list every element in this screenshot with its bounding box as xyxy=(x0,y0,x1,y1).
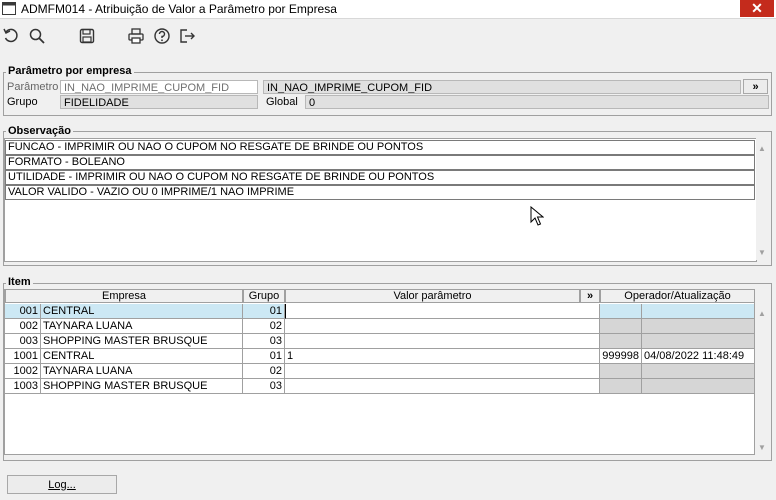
cell-operador xyxy=(600,364,642,379)
cell-valor[interactable] xyxy=(285,304,600,319)
cell-empresa[interactable]: TAYNARA LUANA xyxy=(41,364,243,379)
cell-operador xyxy=(600,319,642,334)
global-field: 0 xyxy=(305,95,769,109)
scroll-down-icon[interactable]: ▼ xyxy=(758,443,766,452)
cell-code[interactable]: 1001 xyxy=(5,349,41,364)
col-header-grupo[interactable]: Grupo xyxy=(243,289,285,303)
col-header-valor[interactable]: Valor parâmetro xyxy=(285,289,580,303)
cell-code[interactable]: 003 xyxy=(5,334,41,349)
cell-code[interactable]: 002 xyxy=(5,319,41,334)
cell-valor[interactable] xyxy=(285,319,600,334)
group-field: FIDELIDADE xyxy=(60,95,258,109)
scroll-up-icon[interactable]: ▲ xyxy=(758,144,766,153)
param-group xyxy=(3,72,772,116)
search-icon[interactable] xyxy=(27,26,47,46)
cell-empresa[interactable]: TAYNARA LUANA xyxy=(41,319,243,334)
obs-line: FUNCAO - IMPRIMIR OU NAO O CUPOM NO RESG… xyxy=(5,140,755,155)
cell-valor[interactable]: 1 xyxy=(285,349,600,364)
col-header-operador[interactable]: Operador/Atualização xyxy=(600,289,755,303)
window-title: ADMFM014 - Atribuição de Valor a Parâmet… xyxy=(21,2,337,16)
cell-data xyxy=(642,304,755,319)
cell-grupo[interactable]: 03 xyxy=(243,334,285,349)
cell-operador xyxy=(600,379,642,394)
cell-valor[interactable] xyxy=(285,379,600,394)
cell-data xyxy=(642,364,755,379)
param-group-title: Parâmetro por empresa xyxy=(6,65,134,77)
cell-operador xyxy=(600,334,642,349)
param-name-field: IN_NAO_IMPRIME_CUPOM_FID xyxy=(263,80,741,94)
undo-icon[interactable] xyxy=(1,26,21,46)
cell-empresa[interactable]: SHOPPING MASTER BRUSQUE xyxy=(41,379,243,394)
cell-grupo[interactable]: 03 xyxy=(243,379,285,394)
param-label: Parâmetro xyxy=(7,81,59,93)
cell-valor[interactable] xyxy=(285,364,600,379)
scroll-down-icon[interactable]: ▼ xyxy=(758,248,766,257)
col-header-expand-button[interactable]: » xyxy=(580,289,600,303)
close-button[interactable]: ✕ xyxy=(740,0,774,17)
exit-icon[interactable] xyxy=(177,26,197,46)
help-icon[interactable] xyxy=(152,26,172,46)
cell-grupo[interactable]: 02 xyxy=(243,364,285,379)
param-code-field[interactable]: IN_NAO_IMPRIME_CUPOM_FID xyxy=(60,80,258,94)
cell-grupo[interactable]: 01 xyxy=(243,304,285,319)
cell-empresa[interactable]: SHOPPING MASTER BRUSQUE xyxy=(41,334,243,349)
cell-operador xyxy=(600,304,642,319)
global-label: Global xyxy=(266,96,298,108)
items-scrollbar[interactable]: ▲ ▼ xyxy=(756,303,769,455)
obs-line: FORMATO - BOLEANO xyxy=(5,155,755,170)
obs-scrollbar[interactable]: ▲ ▼ xyxy=(756,138,769,260)
log-button-label: Log... xyxy=(48,478,76,491)
app-window-icon xyxy=(2,2,16,15)
title-bar: ADMFM014 - Atribuição de Valor a Parâmet… xyxy=(0,0,776,19)
mouse-cursor-icon xyxy=(530,206,544,226)
cell-data xyxy=(642,334,755,349)
log-button[interactable]: Log... xyxy=(7,475,117,494)
cell-code[interactable]: 1003 xyxy=(5,379,41,394)
items-group-title: Item xyxy=(6,276,33,288)
col-header-empresa[interactable]: Empresa xyxy=(5,289,243,303)
param-expand-button[interactable]: » xyxy=(743,79,768,94)
cell-empresa[interactable]: CENTRAL xyxy=(41,304,243,319)
print-icon[interactable] xyxy=(126,26,146,46)
obs-group-title: Observação xyxy=(6,125,73,137)
cell-code[interactable]: 001 xyxy=(5,304,41,319)
cell-operador: 999998 xyxy=(600,349,642,364)
cell-grupo[interactable]: 01 xyxy=(243,349,285,364)
cell-data: 04/08/2022 11:48:49 xyxy=(642,349,755,364)
cell-data xyxy=(642,379,755,394)
cell-code[interactable]: 1002 xyxy=(5,364,41,379)
scroll-up-icon[interactable]: ▲ xyxy=(758,309,766,318)
cell-data xyxy=(642,319,755,334)
save-icon[interactable] xyxy=(77,26,97,46)
obs-line: VALOR VALIDO - VAZIO OU 0 IMPRIME/1 NAO … xyxy=(5,185,755,200)
cell-valor[interactable] xyxy=(285,334,600,349)
obs-line: UTILIDADE - IMPRIMIR OU NAO O CUPOM NO R… xyxy=(5,170,755,185)
obs-text-area: FUNCAO - IMPRIMIR OU NAO O CUPOM NO RESG… xyxy=(4,138,757,262)
cell-grupo[interactable]: 02 xyxy=(243,319,285,334)
cell-empresa[interactable]: CENTRAL xyxy=(41,349,243,364)
group-label: Grupo xyxy=(7,96,38,108)
